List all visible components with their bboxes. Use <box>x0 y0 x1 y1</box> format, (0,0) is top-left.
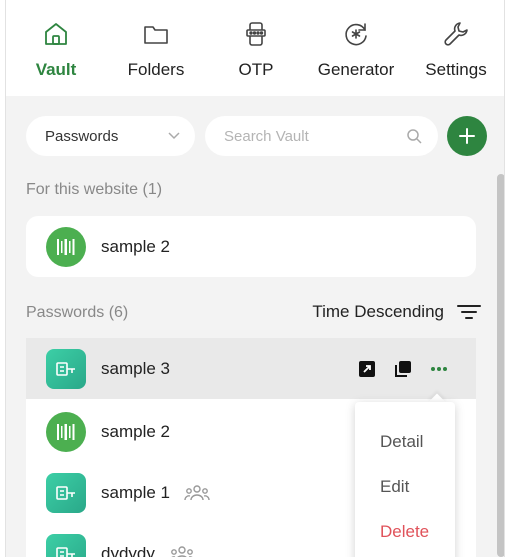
type-select[interactable]: Passwords <box>26 116 195 156</box>
item-name: sample 1 <box>101 482 170 502</box>
nav-folders-label: Folders <box>127 60 185 79</box>
search-box <box>205 116 438 156</box>
item-name: dydydy <box>101 543 155 557</box>
scrollbar-thumb[interactable] <box>497 174 504 557</box>
nav-settings[interactable]: Settings <box>406 0 504 96</box>
passwords-section-title: Passwords (6) <box>26 304 129 321</box>
nav-generator[interactable]: Generator <box>306 0 406 96</box>
filter-icon <box>457 305 481 319</box>
nav-generator-label: Generator <box>317 60 395 79</box>
vault-popup: Vault Folders OTP Generator Settings Pas… <box>5 0 505 557</box>
copy-icon[interactable] <box>392 358 414 380</box>
nav-otp[interactable]: OTP <box>206 0 306 96</box>
menu-item-detail[interactable]: Detail <box>380 432 423 452</box>
key-logo-icon <box>46 533 86 557</box>
nav-vault-label: Vault <box>35 60 77 79</box>
home-icon <box>45 23 67 45</box>
menu-item-edit[interactable]: Edit <box>380 477 409 497</box>
vault-toolbar: Passwords <box>26 116 488 156</box>
wrench-icon <box>444 22 468 46</box>
barcode-logo-icon <box>46 411 86 452</box>
folder-icon <box>144 26 168 44</box>
website-section-title: For this website (1) <box>26 181 163 198</box>
nav-vault[interactable]: Vault <box>6 0 106 96</box>
website-item-card[interactable]: sample 2 <box>26 216 476 277</box>
type-select-value: Passwords <box>45 127 119 145</box>
search-icon <box>407 129 422 144</box>
plus-icon <box>459 128 475 144</box>
list-item[interactable]: sample 3 <box>26 338 476 399</box>
chevron-down-icon <box>168 132 180 140</box>
shared-users-icon <box>184 484 210 500</box>
key-logo-icon <box>46 348 86 389</box>
vault-content: Passwords For this website (1) sample 2 … <box>6 96 504 557</box>
phone-otp-icon <box>246 22 266 46</box>
item-context-menu: Detail Edit Delete <box>355 402 455 557</box>
key-logo-icon <box>46 472 86 513</box>
search-input[interactable] <box>224 127 404 145</box>
more-options-icon[interactable] <box>428 358 450 380</box>
top-nav: Vault Folders OTP Generator Settings <box>6 0 504 96</box>
add-item-button[interactable] <box>447 116 487 156</box>
barcode-logo-icon <box>46 226 86 267</box>
item-name: sample 3 <box>101 358 170 378</box>
open-url-icon[interactable] <box>356 358 378 380</box>
nav-folders[interactable]: Folders <box>106 0 206 96</box>
shared-users-icon <box>170 545 194 557</box>
nav-settings-label: Settings <box>425 60 487 79</box>
row-actions <box>342 358 450 380</box>
sort-control[interactable]: Time Descending <box>312 302 482 322</box>
nav-otp-label: OTP <box>238 60 274 79</box>
generator-icon <box>345 23 367 46</box>
sort-label: Time Descending <box>312 302 444 321</box>
scrollbar[interactable] <box>497 174 504 557</box>
item-name: sample 2 <box>101 421 170 441</box>
menu-item-delete[interactable]: Delete <box>380 522 429 542</box>
website-item-name: sample 2 <box>101 236 170 256</box>
